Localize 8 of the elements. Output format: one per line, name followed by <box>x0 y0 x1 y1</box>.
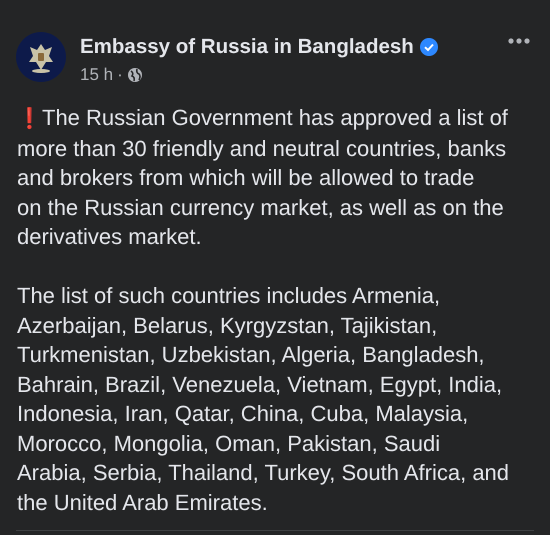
post-paragraph: ❗The Russian Government has approved a list of more than 30 friendly and neutral countries, banks and brokers from which will be allowed to trade on the Russian currency market, as well as on the derivatives market. <box>17 104 509 251</box>
globe-icon <box>126 67 143 83</box>
more-dots-icon <box>508 38 530 44</box>
separator-dot: · <box>117 65 123 85</box>
page-name[interactable]: Embassy of Russia in Bangladesh <box>80 35 414 59</box>
post-time[interactable]: 15 h <box>80 65 114 85</box>
emblem-avatar-icon[interactable] <box>16 32 66 82</box>
post-paragraph: The list of such countries includes Armenia, Azerbaijan, Belarus, Kyrgyzstan, Tajikistan, Turkmenistan, Uzbekistan, Algeria, Bangladesh, Bahrain, Brazil, Venezuela, Vietnam, Egypt, India, Indonesia, Iran, Qatar, China, Cuba, Malaysia, Morocco, Mongolia, Oman, Pakistan, Saudi Arabia, Serbia, Thailand, Turkey, South Africa, and the United Arab Emirates. <box>17 282 510 516</box>
